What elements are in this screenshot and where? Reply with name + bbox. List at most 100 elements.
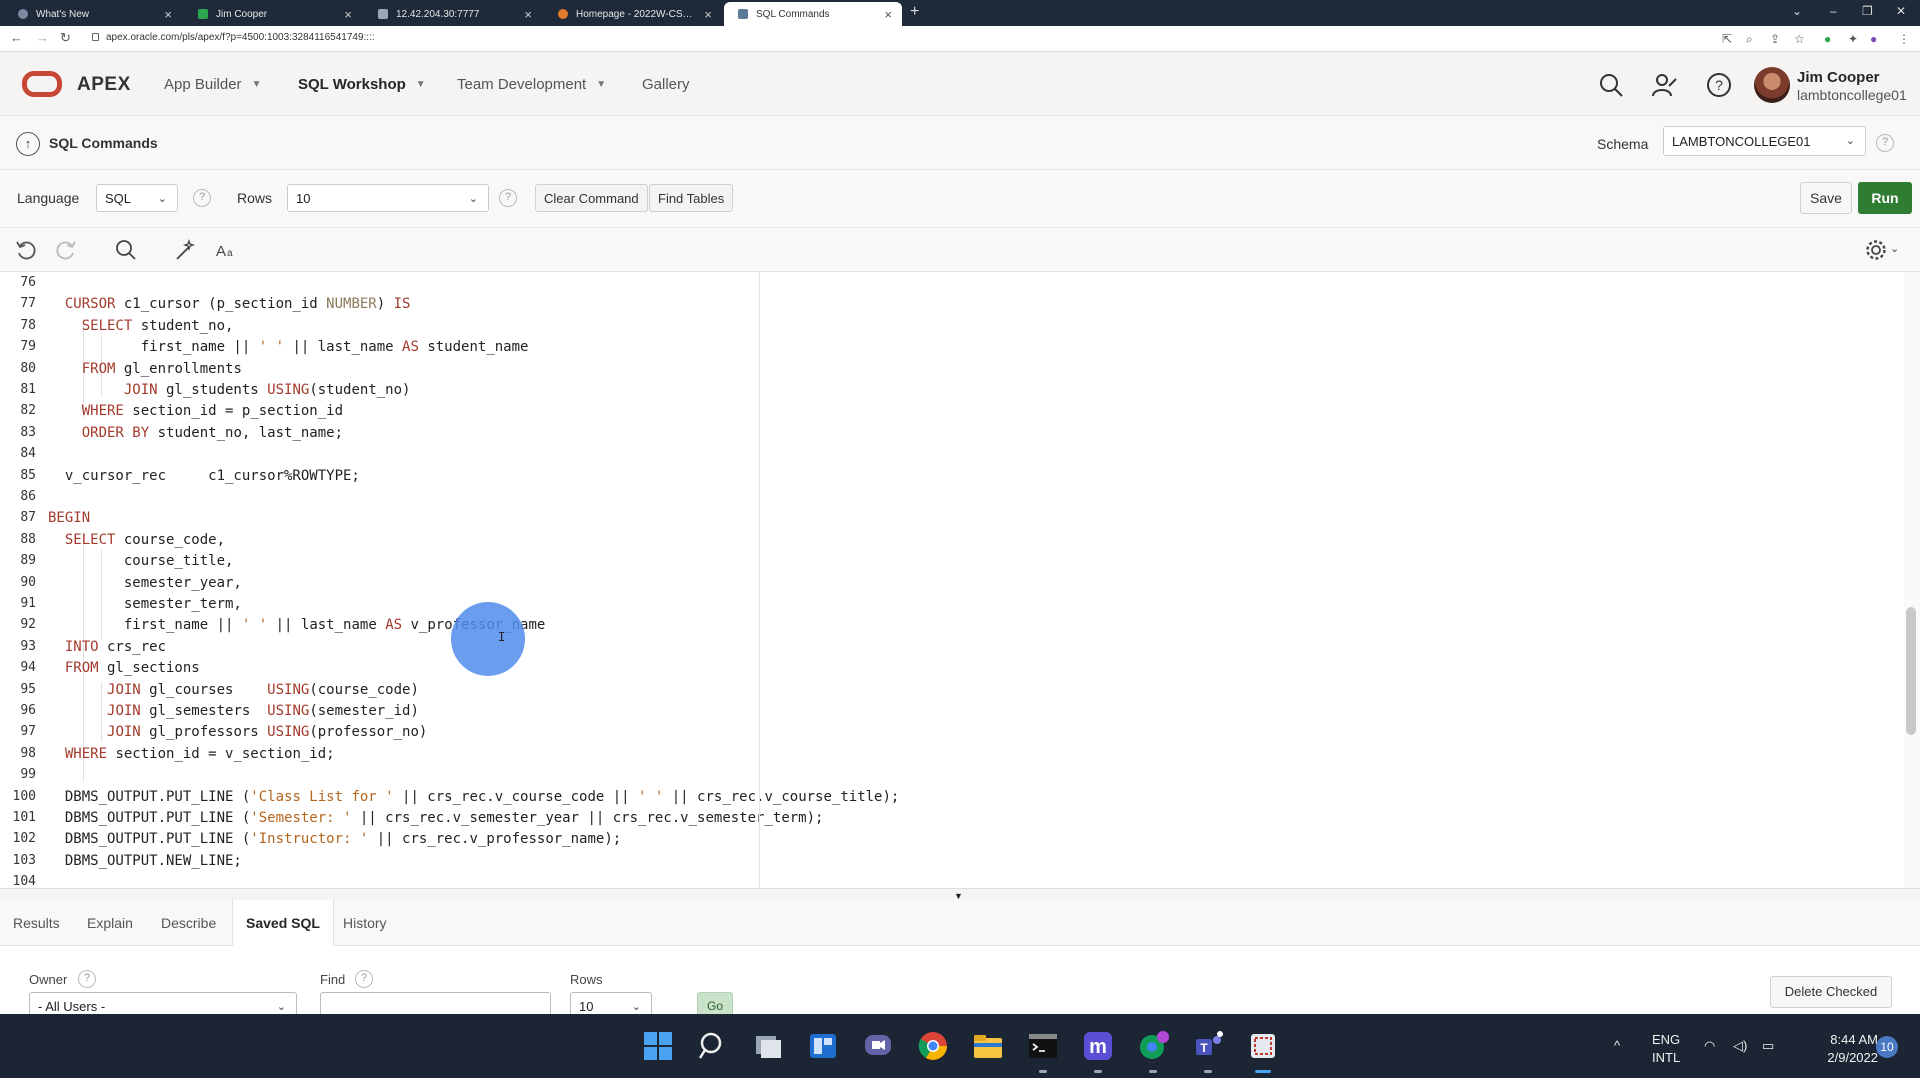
- code-line[interactable]: ORDER BY student_no, last_name;: [48, 425, 343, 441]
- code-line[interactable]: DBMS_OUTPUT.NEW_LINE;: [48, 853, 242, 869]
- code-line[interactable]: WHERE section_id = p_section_id: [48, 403, 343, 419]
- code-line[interactable]: CURSOR c1_cursor (p_section_id NUMBER) I…: [48, 296, 411, 312]
- avatar[interactable]: [1754, 67, 1790, 103]
- run-button[interactable]: Run: [1858, 182, 1912, 214]
- delete-checked-button[interactable]: Delete Checked: [1770, 976, 1892, 1008]
- browser-tab-homepage[interactable]: Homepage - 2022W-CSD-4203-... ×: [544, 2, 722, 26]
- url-field[interactable]: apex.oracle.com/pls/apex/f?p=4500:1003:3…: [106, 32, 375, 43]
- close-icon[interactable]: ×: [704, 7, 712, 22]
- code-line[interactable]: DBMS_OUTPUT.PUT_LINE ('Instructor: ' || …: [48, 831, 621, 847]
- text-case-icon[interactable]: Aa: [214, 238, 238, 262]
- tab-describe[interactable]: Describe: [148, 900, 229, 946]
- help-icon[interactable]: ?: [499, 189, 517, 207]
- chrome-icon[interactable]: [917, 1030, 949, 1062]
- close-icon[interactable]: ×: [884, 7, 892, 22]
- code-line[interactable]: course_title,: [48, 553, 234, 569]
- code-line[interactable]: JOIN gl_semesters USING(semester_id): [48, 703, 419, 719]
- tab-explain[interactable]: Explain: [74, 900, 146, 946]
- extension-icon[interactable]: ●: [1824, 32, 1831, 46]
- help-icon[interactable]: ?: [78, 970, 96, 988]
- minimize-icon[interactable]: –: [1830, 4, 1837, 18]
- user-name[interactable]: Jim Cooper: [1797, 69, 1880, 86]
- snipping-tool-icon[interactable]: [1247, 1030, 1279, 1062]
- new-tab-icon[interactable]: +: [910, 3, 919, 21]
- help-icon[interactable]: ?: [193, 189, 211, 207]
- code-line[interactable]: JOIN gl_courses USING(course_code): [48, 682, 419, 698]
- find-tables-button[interactable]: Find Tables: [649, 184, 734, 212]
- tab-history[interactable]: History: [330, 900, 400, 946]
- wifi-icon[interactable]: ◠: [1704, 1038, 1715, 1054]
- terminal-icon[interactable]: [1027, 1030, 1059, 1062]
- mastodon-icon[interactable]: m: [1082, 1030, 1114, 1062]
- kebab-menu-icon[interactable]: ⋮: [1898, 32, 1910, 46]
- code-line[interactable]: JOIN gl_professors USING(professor_no): [48, 724, 427, 740]
- gear-icon[interactable]: [1864, 238, 1888, 262]
- tab-results[interactable]: Results: [0, 900, 73, 946]
- search-icon[interactable]: [1598, 72, 1624, 98]
- widgets-icon[interactable]: [807, 1030, 839, 1062]
- language-select[interactable]: SQL ⌄: [96, 184, 178, 212]
- battery-icon[interactable]: ▭: [1762, 1038, 1774, 1054]
- notification-badge[interactable]: 10: [1876, 1036, 1898, 1058]
- close-window-icon[interactable]: ✕: [1896, 4, 1906, 18]
- windows-start-icon[interactable]: [642, 1030, 674, 1062]
- code-editor[interactable]: 76 77 78 79 80 81 82 83 84 85 86 87 88 8…: [0, 272, 1920, 888]
- help-icon[interactable]: ?: [1876, 134, 1894, 152]
- code-line[interactable]: FROM gl_enrollments: [48, 361, 242, 377]
- browser-tab-sql-commands[interactable]: SQL Commands ×: [724, 2, 902, 26]
- rows-select[interactable]: 10 ⌄: [570, 992, 652, 1014]
- close-icon[interactable]: ×: [344, 7, 352, 22]
- editor-scrollbar[interactable]: [1904, 272, 1920, 888]
- chevron-down-icon[interactable]: ⌄: [1792, 4, 1802, 18]
- panel-splitter[interactable]: ▼: [0, 888, 1920, 901]
- volume-icon[interactable]: ◁): [1733, 1038, 1747, 1054]
- open-in-app-icon[interactable]: ⇱: [1722, 32, 1732, 46]
- code-line[interactable]: DBMS_OUTPUT.PUT_LINE ('Class List for ' …: [48, 789, 900, 805]
- star-icon[interactable]: ☆: [1794, 32, 1805, 46]
- chevron-up-icon[interactable]: ^: [1614, 1038, 1620, 1053]
- language-indicator[interactable]: ENG: [1652, 1032, 1680, 1047]
- task-view-icon[interactable]: [752, 1030, 784, 1062]
- editor-scrollbar-thumb[interactable]: [1906, 607, 1916, 735]
- schema-select[interactable]: LAMBTONCOLLEGE01 ⌄: [1663, 126, 1866, 156]
- search-icon[interactable]: [697, 1030, 729, 1062]
- tab-saved-sql[interactable]: Saved SQL: [232, 900, 334, 946]
- redo-icon[interactable]: [54, 238, 78, 262]
- zoom-icon[interactable]: ⌕: [1746, 32, 1753, 47]
- code-line[interactable]: WHERE section_id = v_section_id;: [48, 746, 335, 762]
- user-settings-icon[interactable]: [1651, 72, 1677, 98]
- clock-date[interactable]: 2/9/2022: [1808, 1050, 1878, 1065]
- browser-tab-whats-new[interactable]: What's New ×: [4, 2, 182, 26]
- browser-tab-ip[interactable]: 12.42.204.30:7777 ×: [364, 2, 542, 26]
- code-line[interactable]: FROM gl_sections: [48, 660, 200, 676]
- menu-sql-workshop[interactable]: SQL Workshop ▼: [298, 76, 426, 93]
- clock-time[interactable]: 8:44 AM: [1808, 1032, 1878, 1047]
- menu-app-builder[interactable]: App Builder ▼: [164, 76, 261, 93]
- code-line[interactable]: SELECT student_no,: [48, 318, 234, 334]
- oracle-logo[interactable]: [22, 71, 62, 97]
- code-line[interactable]: SELECT course_code,: [48, 532, 225, 548]
- code-line[interactable]: INTO crs_rec: [48, 639, 166, 655]
- close-icon[interactable]: ×: [164, 7, 172, 22]
- menu-gallery[interactable]: Gallery: [642, 76, 690, 93]
- teams-icon[interactable]: T: [1192, 1030, 1224, 1062]
- share-icon[interactable]: ⇪: [1770, 32, 1780, 46]
- browser-tab-jim-cooper[interactable]: Jim Cooper ×: [184, 2, 362, 26]
- chat-icon[interactable]: [862, 1030, 894, 1062]
- close-icon[interactable]: ×: [524, 7, 532, 22]
- restore-icon[interactable]: ❐: [1862, 4, 1873, 18]
- code-line[interactable]: JOIN gl_students USING(student_no): [48, 382, 411, 398]
- search-icon[interactable]: [114, 238, 138, 262]
- file-explorer-icon[interactable]: [972, 1030, 1004, 1062]
- forward-icon[interactable]: →: [36, 30, 49, 45]
- help-icon[interactable]: ?: [1706, 72, 1732, 98]
- menu-team-development[interactable]: Team Development ▼: [457, 76, 606, 93]
- code-line[interactable]: first_name || ' ' || last_name AS studen…: [48, 339, 529, 355]
- profile-icon[interactable]: ●: [1870, 32, 1877, 46]
- help-icon[interactable]: ?: [355, 970, 373, 988]
- code-line[interactable]: DBMS_OUTPUT.PUT_LINE ('Semester: ' || cr…: [48, 810, 824, 826]
- code-line[interactable]: semester_term,: [48, 596, 242, 612]
- undo-icon[interactable]: [14, 238, 38, 262]
- code-line[interactable]: v_cursor_rec c1_cursor%ROWTYPE;: [48, 468, 360, 484]
- find-input[interactable]: [320, 992, 551, 1014]
